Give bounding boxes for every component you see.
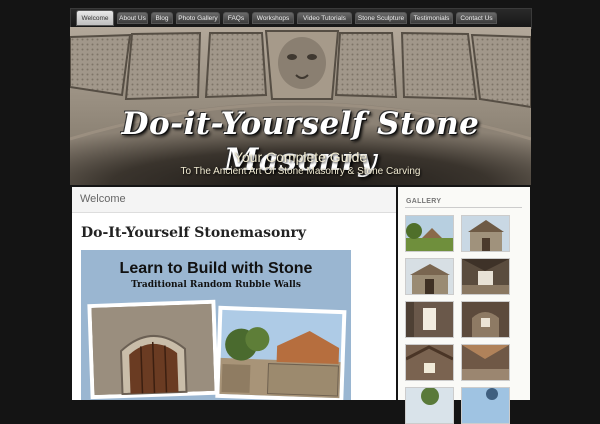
- nav-tab-about-us[interactable]: About Us: [117, 12, 148, 24]
- gallery-divider: [405, 207, 522, 208]
- sidebar: GALLERY: [398, 187, 530, 424]
- gallery-thumb-stone-interior[interactable]: [461, 258, 510, 295]
- post-title[interactable]: Do-It-Yourself Stonemasonry: [81, 225, 306, 241]
- gallery-thumb-stone-arch-interior[interactable]: [461, 301, 510, 338]
- nav-tab-welcome[interactable]: Welcome: [76, 10, 114, 26]
- nav-tab-contact-us[interactable]: Contact Us: [456, 12, 497, 24]
- header-banner: Do-it-Yourself Stone Masonry Your Comple…: [70, 27, 531, 185]
- gallery-thumb-stone-house[interactable]: [461, 215, 510, 252]
- nav-tab-testimonials[interactable]: Testimonials: [410, 12, 453, 24]
- gallery-thumb-exterior-sky[interactable]: [461, 387, 510, 424]
- gallery-thumb-timber-roof-interior[interactable]: [405, 344, 454, 381]
- gallery-thumb-stone-window-interior[interactable]: [405, 301, 454, 338]
- gallery-thumb-stone-shed[interactable]: [405, 258, 454, 295]
- nav-tab-stone-sculpture[interactable]: Stone Sculpture: [355, 12, 407, 24]
- banner-tagline: To The Ancient Art Of Stone Masonry & St…: [180, 166, 421, 177]
- main-nav: Welcome About Us Blog Photo Gallery FAQs…: [70, 8, 532, 29]
- nav-tab-photo-gallery[interactable]: Photo Gallery: [176, 12, 220, 24]
- promo-banner[interactable]: Learn to Build with Stone Traditional Ra…: [81, 250, 351, 400]
- main-content: Welcome Do-It-Yourself Stonemasonry Lear…: [72, 187, 396, 400]
- nav-tab-video-tutorials[interactable]: Video Tutorials: [297, 12, 352, 24]
- breadcrumb: Welcome: [72, 187, 396, 213]
- breadcrumb-label[interactable]: Welcome: [80, 193, 126, 205]
- gallery-thumb-exterior-trees[interactable]: [405, 387, 454, 424]
- gallery-thumb-garden-cottage[interactable]: [405, 215, 454, 252]
- nav-tab-faqs[interactable]: FAQs: [223, 12, 249, 24]
- nav-tab-blog[interactable]: Blog: [151, 12, 173, 24]
- nav-tab-workshops[interactable]: Workshops: [252, 12, 294, 24]
- banner-subtitle: Your Complete Guide: [233, 149, 368, 165]
- gallery-title: GALLERY: [406, 198, 442, 205]
- stone-wall-photos: [87, 299, 347, 400]
- gallery-thumb-stone-room[interactable]: [461, 344, 510, 381]
